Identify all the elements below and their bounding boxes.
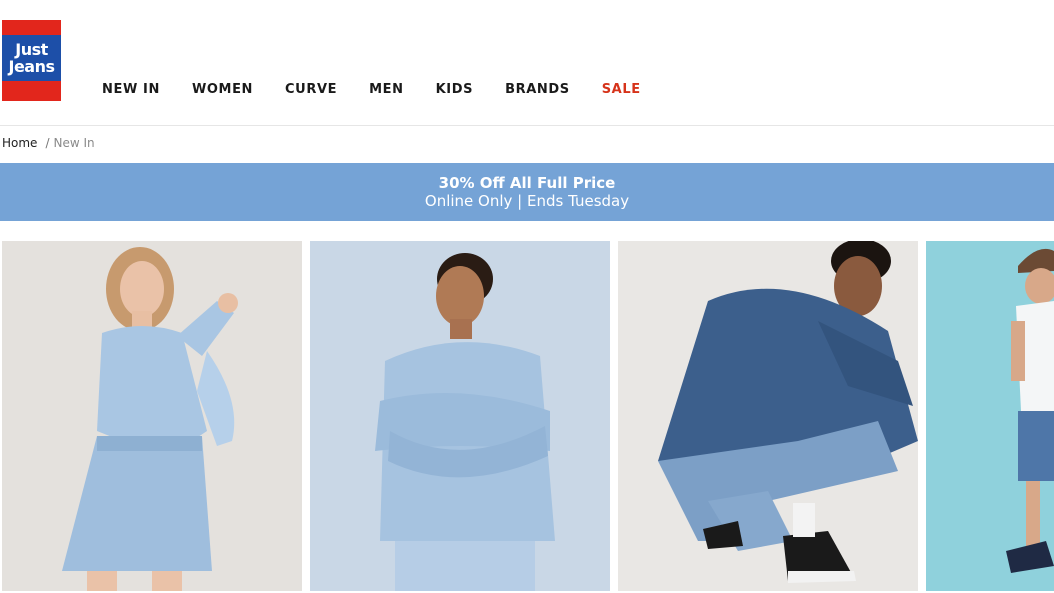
woman-denim-shirt-photo — [310, 241, 610, 591]
product-tile-3[interactable] — [618, 241, 918, 591]
man-denim-jacket-photo — [618, 241, 918, 591]
promo-subtitle: Online Only | Ends Tuesday — [424, 191, 630, 210]
breadcrumb-current: New In — [53, 136, 95, 150]
nav-curve[interactable]: CURVE — [285, 82, 337, 98]
product-tiles-row — [0, 241, 1054, 593]
site-header: Just Jeans NEW IN WOMEN CURVE MEN KIDS B… — [0, 0, 1054, 126]
product-tile-2[interactable] — [310, 241, 610, 591]
promo-title: 30% Off All Full Price — [438, 173, 616, 192]
product-tile-1[interactable] — [2, 241, 302, 591]
woman-denim-skirt-photo — [2, 241, 302, 591]
main-nav: NEW IN WOMEN CURVE MEN KIDS BRANDS SALE — [102, 82, 673, 98]
logo-text-just: Just — [15, 39, 48, 59]
logo-text-jeans: Jeans — [8, 56, 55, 76]
nav-brands[interactable]: BRANDS — [505, 82, 570, 98]
nav-men[interactable]: MEN — [369, 82, 404, 98]
nav-sale[interactable]: SALE — [602, 82, 641, 98]
breadcrumb-home-link[interactable]: Home — [2, 136, 37, 150]
just-jeans-logo[interactable]: Just Jeans — [2, 20, 61, 101]
boy-cap-photo — [926, 241, 1054, 591]
nav-women[interactable]: WOMEN — [192, 82, 253, 98]
nav-new-in[interactable]: NEW IN — [102, 82, 160, 98]
promo-banner[interactable]: 30% Off All Full Price Online Only | End… — [0, 163, 1054, 221]
breadcrumb: Home / New In — [2, 136, 95, 150]
product-tile-4[interactable] — [926, 241, 1054, 591]
logo-badge: Just Jeans — [2, 35, 61, 81]
breadcrumb-separator: / — [45, 136, 50, 150]
nav-kids[interactable]: KIDS — [436, 82, 473, 98]
